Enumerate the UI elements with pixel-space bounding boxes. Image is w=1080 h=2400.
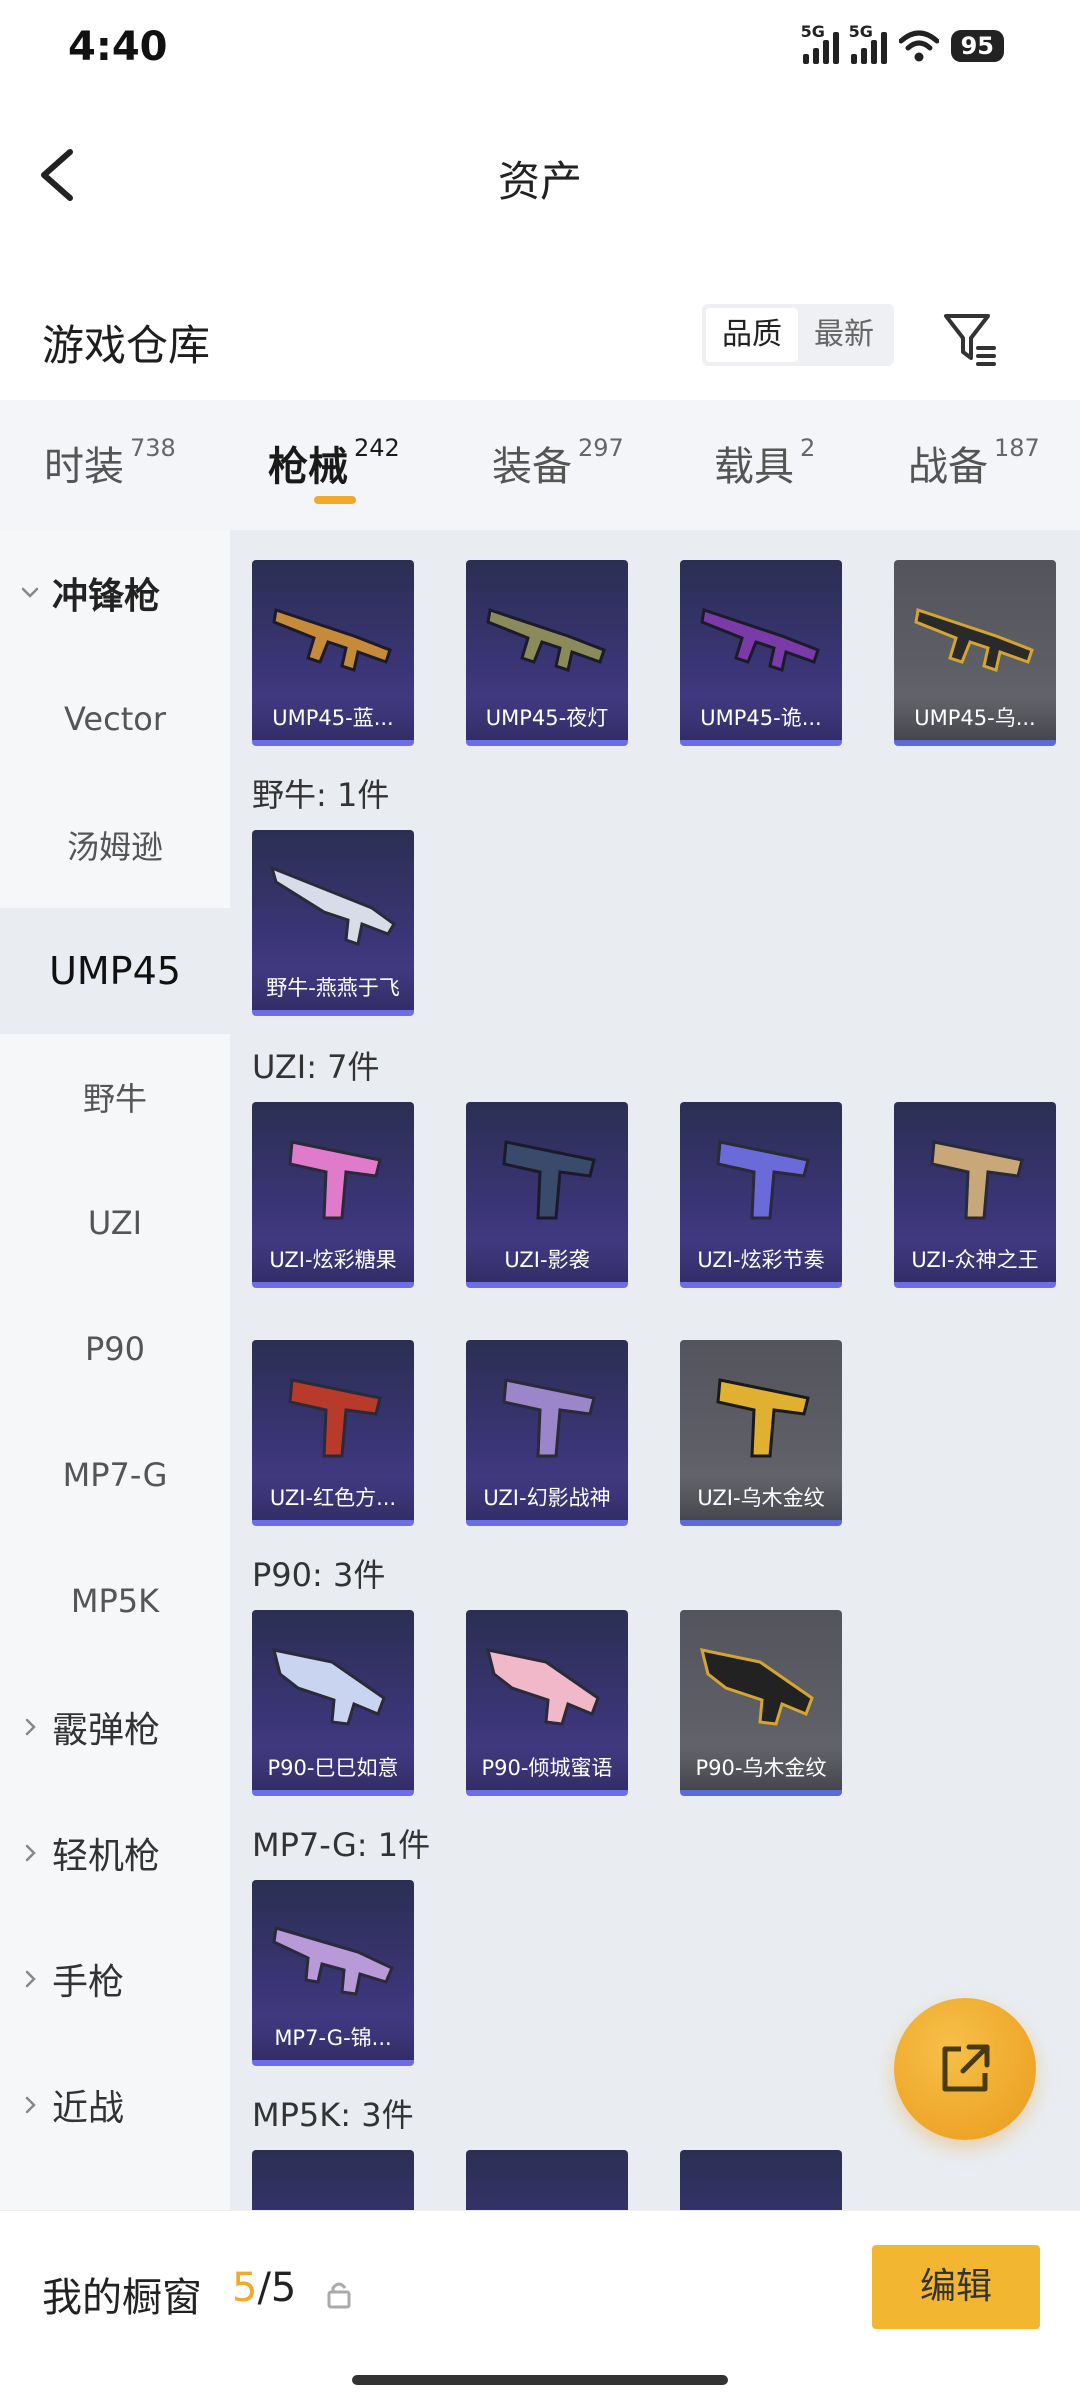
header: 资产 (0, 100, 1080, 250)
weapon-card-uzi-4[interactable]: UZI-众神之王 (894, 1102, 1056, 1288)
sort-by-newest-button[interactable]: 最新 (798, 308, 890, 362)
edit-button[interactable]: 编辑 (872, 2245, 1040, 2329)
weapon-type-sidebar: 冲锋枪 Vector 汤姆逊 UMP45 野牛 UZI P90 MP7-G MP… (0, 530, 230, 2210)
category-tabs: 时装 738 枪械 242 装备 297 载具 2 战备 187 (0, 400, 1080, 530)
smg-icon (269, 865, 396, 946)
showcase-label: 我的橱窗 (42, 2275, 202, 2321)
pistol-smg-icon (502, 1378, 596, 1458)
weapon-card-ump45-1[interactable]: UMP45-蓝... (252, 560, 414, 746)
cellular-signal-icon-2: 5G (849, 22, 887, 64)
chevron-right-icon (25, 2096, 36, 2114)
weapon-card-ump45-3[interactable]: UMP45-诡... (680, 560, 842, 746)
weapon-card-ump45-4[interactable]: UMP45-乌... (894, 560, 1056, 746)
pistol-smg-icon (716, 1140, 810, 1220)
sidebar-item-bizon[interactable]: 野牛 (0, 1034, 230, 1160)
smg-icon (914, 608, 1034, 672)
home-indicator (352, 2375, 728, 2385)
showcase-bar: 我的橱窗 5/5 编辑 (0, 2210, 1080, 2400)
weapon-card-mp5k-2[interactable] (466, 2150, 628, 2210)
sidebar-group-smg[interactable]: 冲锋枪 (0, 530, 230, 656)
smg-icon (486, 608, 606, 672)
sidebar-item-vector[interactable]: Vector (0, 656, 230, 782)
sidebar-item-p90[interactable]: P90 (0, 1286, 230, 1412)
rifle-icon (699, 1648, 814, 1726)
tab-equipment[interactable]: 装备 297 (492, 434, 624, 492)
weapon-skin-grid: UMP45-蓝... UMP45-夜灯 UMP45-诡... UMP45-乌..… (230, 530, 1080, 2210)
wifi-icon (898, 30, 939, 62)
page-title: 资产 (497, 157, 582, 206)
status-bar: 4:40 5G 5G 95 (0, 0, 1080, 100)
sidebar-item-uzi[interactable]: UZI (0, 1160, 230, 1286)
warehouse-row: 游戏仓库 品质 最新 (0, 270, 1080, 400)
section-label-mp5k: MP5K: 3件 (252, 2096, 414, 2134)
smg-icon (272, 1926, 394, 1996)
status-time: 4:40 (68, 24, 168, 70)
sidebar-item-mp5k[interactable]: MP5K (0, 1538, 230, 1664)
sidebar-group-pistol[interactable]: 手枪 (0, 1916, 230, 2042)
weapon-card-mp5k-3[interactable] (680, 2150, 842, 2210)
cellular-signal-icon: 5G (801, 22, 839, 64)
tab-firearms[interactable]: 枪械 242 (268, 434, 400, 492)
smg-icon (272, 608, 392, 672)
section-label-p90: P90: 3件 (252, 1556, 386, 1594)
sidebar-item-thompson[interactable]: 汤姆逊 (0, 782, 230, 908)
weapon-card-bizon-1[interactable]: 野牛-燕燕于飞 (252, 830, 414, 1016)
rifle-icon (271, 1648, 386, 1726)
weapon-card-mp7g-1[interactable]: MP7-G-锦... (252, 1880, 414, 2066)
active-tab-indicator (314, 496, 356, 504)
tab-supplies[interactable]: 战备 187 (908, 434, 1040, 492)
sidebar-group-lmg[interactable]: 轻机枪 (0, 1790, 230, 1916)
showcase-count: 5/5 (232, 2265, 297, 2311)
weapon-card-p90-2[interactable]: P90-倾城蜜语 (466, 1610, 628, 1796)
weapon-card-mp5k-1[interactable] (252, 2150, 414, 2210)
tab-fashion[interactable]: 时装 738 (44, 434, 176, 492)
section-label-bizon: 野牛: 1件 (252, 776, 390, 814)
section-label-mp7g: MP7-G: 1件 (252, 1826, 431, 1864)
chevron-right-icon (25, 1970, 36, 1988)
chevron-right-icon (25, 1718, 36, 1736)
sort-by-quality-button[interactable]: 品质 (706, 308, 798, 362)
weapon-card-uzi-2[interactable]: UZI-影袭 (466, 1102, 628, 1288)
lock-icon (327, 2282, 351, 2309)
pistol-smg-icon (288, 1140, 382, 1220)
sidebar-group-shotgun[interactable]: 霰弹枪 (0, 1664, 230, 1790)
rifle-icon (485, 1648, 600, 1726)
weapon-card-uzi-7[interactable]: UZI-乌木金纹 (680, 1340, 842, 1526)
pistol-smg-icon (502, 1140, 596, 1220)
weapon-card-uzi-3[interactable]: UZI-炫彩节奏 (680, 1102, 842, 1288)
sort-toggle: 品质 最新 (702, 304, 894, 366)
pistol-smg-icon (716, 1378, 810, 1458)
weapon-card-uzi-5[interactable]: UZI-红色方... (252, 1340, 414, 1526)
weapon-card-uzi-1[interactable]: UZI-炫彩糖果 (252, 1102, 414, 1288)
weapon-card-p90-1[interactable]: P90-巳巳如意 (252, 1610, 414, 1796)
weapon-card-p90-3[interactable]: P90-乌木金纹 (680, 1610, 842, 1796)
sidebar-item-ump45[interactable]: UMP45 (0, 908, 230, 1034)
tab-vehicles[interactable]: 载具 2 (714, 434, 815, 492)
share-external-icon (942, 2044, 990, 2092)
sidebar-item-mp7g[interactable]: MP7-G (0, 1412, 230, 1538)
weapon-card-uzi-6[interactable]: UZI-幻影战神 (466, 1340, 628, 1526)
section-label-uzi: UZI: 7件 (252, 1048, 380, 1086)
chevron-right-icon (25, 1844, 36, 1862)
smg-icon (700, 608, 820, 672)
battery-icon: 95 (950, 30, 1004, 62)
pistol-smg-icon (930, 1140, 1024, 1220)
sidebar-group-melee[interactable]: 近战 (0, 2042, 230, 2168)
filter-icon[interactable] (940, 308, 1000, 368)
share-button[interactable] (894, 1998, 1036, 2140)
pistol-smg-icon (288, 1378, 382, 1458)
warehouse-title: 游戏仓库 (42, 321, 211, 370)
chevron-down-icon (21, 587, 39, 598)
weapon-card-ump45-2[interactable]: UMP45-夜灯 (466, 560, 628, 746)
status-icons: 5G 5G 95 (801, 22, 1004, 64)
